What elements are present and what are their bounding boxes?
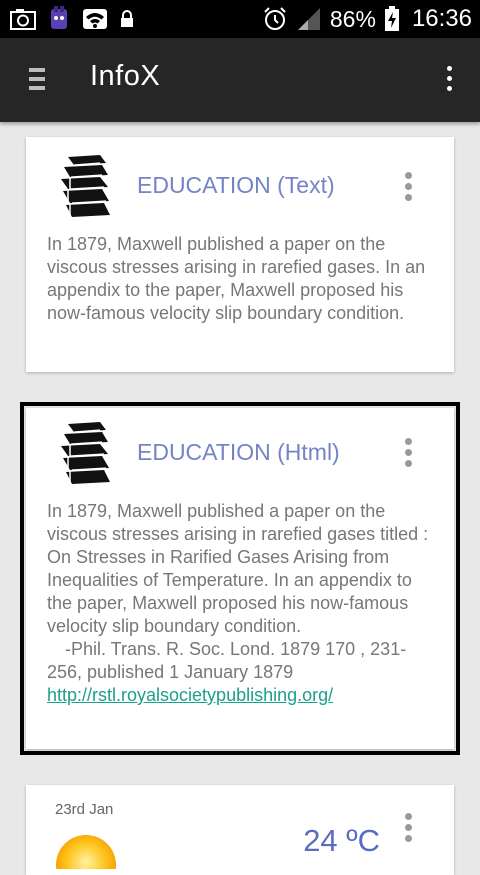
books-icon [61,422,110,484]
hamburger-icon [29,68,45,72]
card-body: In 1879, Maxwell published a paper on th… [47,500,436,707]
card-more-button[interactable] [402,813,414,847]
card-body-text: In 1879, Maxwell published a paper on th… [47,501,429,636]
info-card-html[interactable]: EDUCATION (Html) In 1879, Maxwell publis… [20,402,460,755]
dot [404,183,412,190]
battery-percent: 86% [329,5,376,32]
dot [404,449,412,456]
clock: 16:36 [411,5,472,32]
status-icons-left [10,6,134,32]
dot [404,835,412,842]
app-icon [51,6,67,29]
info-card-text[interactable]: EDUCATION (Text) In 1879, Maxwell publis… [26,137,454,372]
menu-button[interactable] [22,64,52,98]
status-icons-right: 86% 16:36 [262,0,472,38]
card-more-button[interactable] [402,172,414,206]
vertical-dots-icon [446,66,452,71]
card-source: -Phil. Trans. R. Soc. Lond. 1879 170 , 2… [47,639,407,682]
hamburger-line [29,86,45,90]
vertical-dots-icon [404,172,412,179]
source-link[interactable]: http://rstl.royalsocietypublishing.org/ [47,685,333,705]
card-body-text: In 1879, Maxwell published a paper on th… [47,234,426,323]
books-icon [61,155,110,217]
status-bar: 86% 16:36 [0,0,480,38]
card-title: EDUCATION (Text) [137,172,335,198]
vertical-dots-icon [404,813,412,820]
wifi-icon [83,9,107,29]
vertical-dots-icon [404,438,412,445]
weather-card[interactable]: 23rd Jan 24 ºC [26,785,454,875]
dot [446,76,452,81]
dot [404,194,412,201]
app-bar: InfoX [0,38,480,122]
dot [446,86,452,91]
hamburger-line [29,77,45,81]
lock-icon [121,10,133,27]
camera-icon [10,9,36,30]
alarm-icon [264,7,286,30]
battery-charging-icon [384,6,399,31]
app-title: InfoX [90,60,161,92]
dot [404,460,412,467]
weather-date: 23rd Jan [55,801,114,818]
card-title: EDUCATION (Html) [137,439,340,465]
card-more-button[interactable] [402,438,414,472]
sun-icon [56,835,116,869]
signal-icon [297,8,320,30]
dot [404,824,412,831]
card-body: In 1879, Maxwell published a paper on th… [47,233,436,325]
overflow-menu-button[interactable] [442,66,456,96]
